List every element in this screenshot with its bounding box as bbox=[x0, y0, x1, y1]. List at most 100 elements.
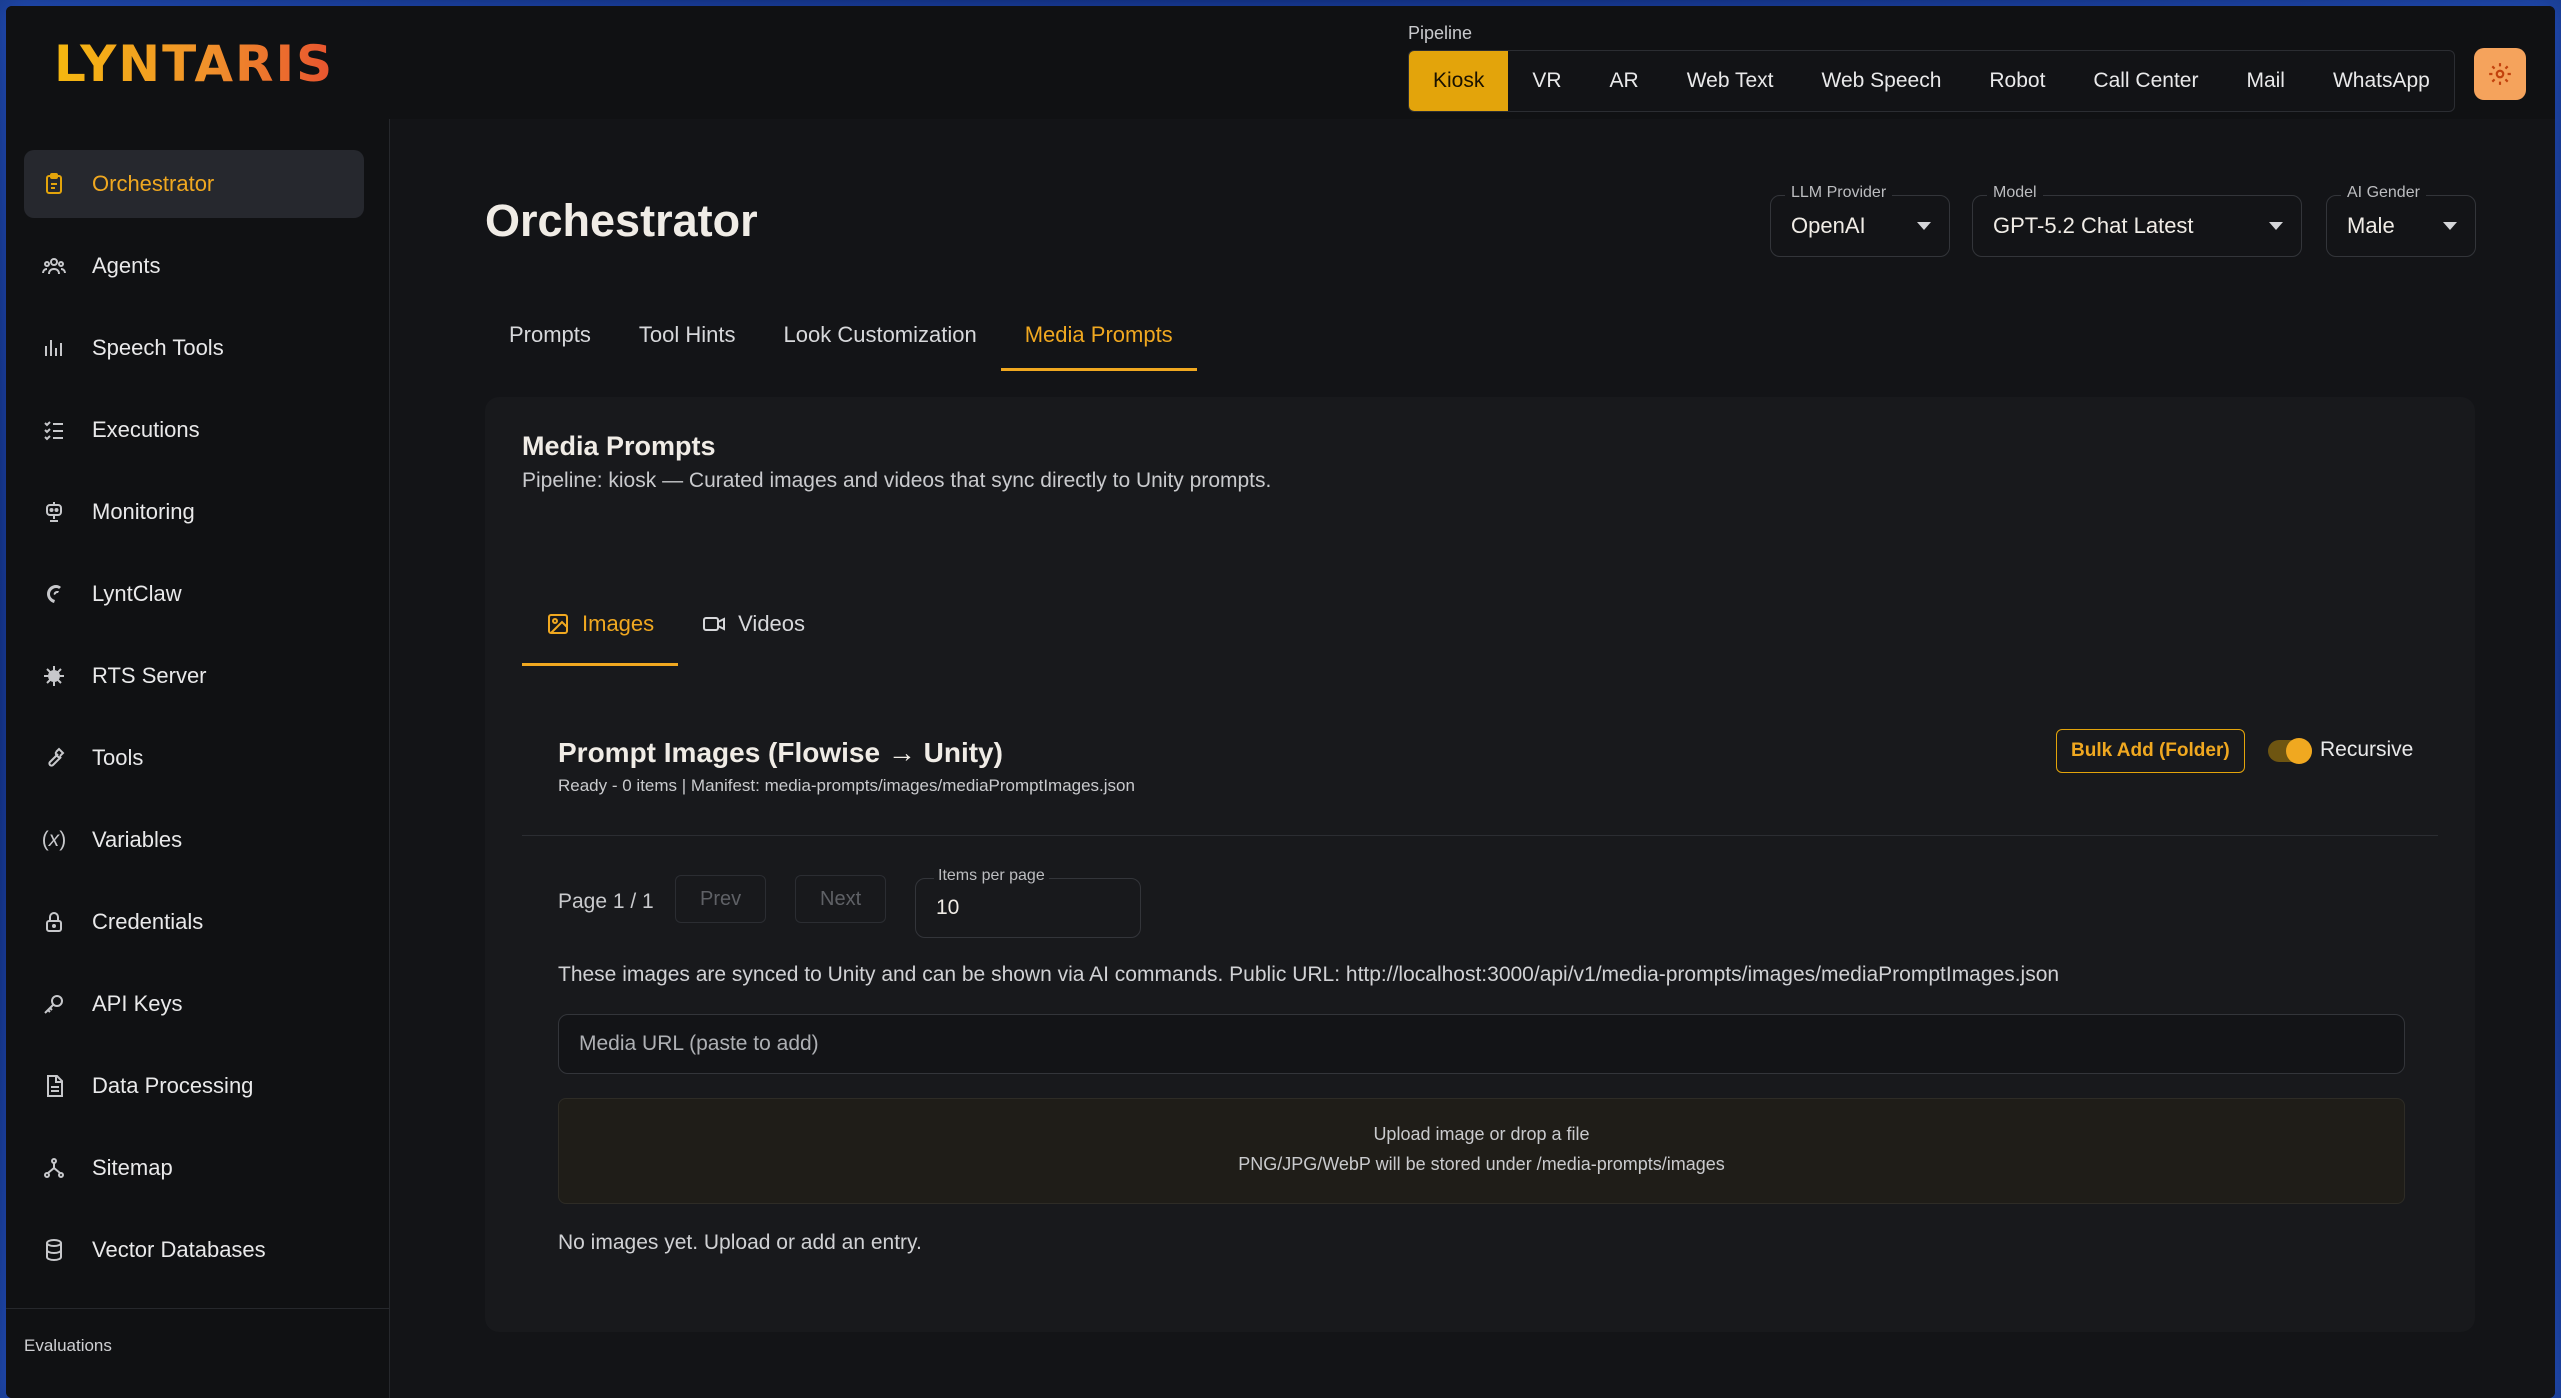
sidebar-item-tools[interactable]: Tools bbox=[24, 724, 364, 792]
ai-gender-select[interactable]: AI Gender Male bbox=[2326, 184, 2476, 257]
sidebar-item-label: RTS Server bbox=[92, 663, 207, 688]
page-title: Orchestrator bbox=[485, 195, 758, 246]
pipeline-label: Pipeline bbox=[1408, 23, 1473, 43]
sidebar-item-lyntclaw[interactable]: LyntClaw bbox=[24, 560, 364, 628]
sidebar-item-label: LyntClaw bbox=[92, 581, 182, 606]
pipeline-whatsapp[interactable]: WhatsApp bbox=[2309, 51, 2454, 111]
sidebar-item-label: Orchestrator bbox=[92, 171, 215, 196]
sidebar-item-label: Credentials bbox=[92, 909, 204, 934]
database-icon bbox=[24, 1238, 84, 1262]
sidebar-item-speech-tools[interactable]: Speech Tools bbox=[24, 314, 364, 382]
sidebar-item-rts-server[interactable]: RTS Server bbox=[24, 642, 364, 710]
items-per-page-input[interactable]: Items per page 10 bbox=[915, 867, 1141, 938]
sidebar: Orchestrator Agents Speech Tools Executi… bbox=[6, 119, 390, 1398]
sidebar-item-api-keys[interactable]: API Keys bbox=[24, 970, 364, 1038]
llm-provider-select[interactable]: LLM Provider OpenAI bbox=[1770, 184, 1950, 257]
ai-gender-label: AI Gender bbox=[2341, 184, 2426, 202]
chevron-down-icon bbox=[1917, 222, 1931, 230]
sidebar-item-label: Executions bbox=[92, 417, 200, 442]
list-check-icon bbox=[24, 418, 84, 442]
subtab-videos[interactable]: Videos bbox=[678, 582, 829, 666]
model-select[interactable]: Model GPT-5.2 Chat Latest bbox=[1972, 184, 2302, 257]
prev-button[interactable]: Prev bbox=[675, 875, 767, 923]
sitemap-icon bbox=[24, 1156, 84, 1180]
toggle-knob bbox=[2286, 738, 2312, 764]
tab-tool-hints[interactable]: Tool Hints bbox=[615, 299, 760, 371]
recursive-label: Recursive bbox=[2320, 738, 2414, 761]
settings-button[interactable] bbox=[2474, 48, 2526, 100]
variable-icon: (x) bbox=[41, 828, 67, 851]
key-icon bbox=[24, 992, 84, 1016]
pipeline-call-center[interactable]: Call Center bbox=[2069, 51, 2222, 111]
pipeline-kiosk[interactable]: Kiosk bbox=[1409, 51, 1509, 111]
pipeline-robot[interactable]: Robot bbox=[1965, 51, 2069, 111]
page-info: Page 1 / 1 bbox=[558, 890, 654, 913]
dropzone-hint: PNG/JPG/WebP will be stored under /media… bbox=[1238, 1154, 1725, 1174]
pipeline-ar[interactable]: AR bbox=[1586, 51, 1663, 111]
lock-icon bbox=[24, 910, 84, 934]
llm-provider-value: OpenAI bbox=[1791, 213, 1866, 238]
pipeline-web-speech[interactable]: Web Speech bbox=[1798, 51, 1966, 111]
sidebar-item-agents[interactable]: Agents bbox=[24, 232, 364, 300]
sidebar-item-executions[interactable]: Executions bbox=[24, 396, 364, 464]
document-icon bbox=[24, 1074, 84, 1098]
main-content: Orchestrator LLM Provider OpenAI Model G… bbox=[390, 119, 2555, 1398]
card-title: Media Prompts bbox=[522, 431, 716, 461]
sidebar-item-variables[interactable]: (x) Variables bbox=[24, 806, 364, 874]
upload-dropzone[interactable]: Upload image or drop a file PNG/JPG/WebP… bbox=[558, 1098, 2405, 1204]
sidebar-item-label: Vector Databases bbox=[92, 1237, 266, 1262]
model-value: GPT-5.2 Chat Latest bbox=[1993, 213, 2194, 238]
sidebar-item-credentials[interactable]: Credentials bbox=[24, 888, 364, 956]
tab-media-prompts[interactable]: Media Prompts bbox=[1000, 299, 1197, 371]
media-subtabs: Images Videos bbox=[522, 582, 829, 666]
sidebar-item-data-processing[interactable]: Data Processing bbox=[24, 1052, 364, 1120]
chevron-down-icon bbox=[2443, 222, 2457, 230]
tab-look-customization[interactable]: Look Customization bbox=[760, 299, 1001, 371]
sidebar-item-label: Sitemap bbox=[92, 1155, 173, 1180]
media-url-placeholder: Media URL (paste to add) bbox=[579, 1032, 819, 1055]
items-per-page-label: Items per page bbox=[934, 867, 1049, 885]
app-window: LYNTARIS Pipeline Kiosk VR AR Web Text W… bbox=[6, 6, 2555, 1398]
sidebar-item-label: API Keys bbox=[92, 991, 183, 1016]
empty-state: No images yet. Upload or add an entry. bbox=[558, 1231, 922, 1254]
model-label: Model bbox=[1987, 184, 2043, 202]
sidebar-section-evaluations: Evaluations bbox=[24, 1336, 112, 1355]
ai-gender-value: Male bbox=[2347, 213, 2395, 238]
subtab-videos-label: Videos bbox=[738, 611, 806, 636]
sidebar-item-label: Data Processing bbox=[92, 1073, 254, 1098]
logo[interactable]: LYNTARIS bbox=[54, 35, 335, 93]
gear-icon bbox=[2489, 63, 2511, 85]
tab-prompts[interactable]: Prompts bbox=[485, 299, 615, 371]
media-prompts-card: Media Prompts Pipeline: kiosk — Curated … bbox=[485, 397, 2475, 1332]
pipeline-mail[interactable]: Mail bbox=[2222, 51, 2309, 111]
video-icon bbox=[703, 617, 726, 631]
sidebar-item-vector-databases[interactable]: Vector Databases bbox=[24, 1216, 364, 1284]
robot-icon bbox=[24, 500, 84, 524]
items-per-page-value: 10 bbox=[936, 896, 960, 919]
server-icon bbox=[24, 664, 84, 688]
recursive-toggle[interactable] bbox=[2268, 738, 2312, 764]
pipeline-web-text[interactable]: Web Text bbox=[1663, 51, 1798, 111]
pipeline-vr[interactable]: VR bbox=[1508, 51, 1585, 111]
bar-chart-icon bbox=[24, 336, 84, 360]
claw-icon bbox=[24, 582, 84, 606]
clipboard-icon bbox=[24, 172, 84, 196]
sidebar-item-label: Speech Tools bbox=[92, 335, 224, 360]
bulk-add-button[interactable]: Bulk Add (Folder) bbox=[2056, 729, 2245, 773]
users-icon bbox=[24, 254, 84, 278]
wrench-icon bbox=[24, 746, 84, 770]
subtab-images[interactable]: Images bbox=[522, 582, 679, 666]
top-bar: LYNTARIS Pipeline Kiosk VR AR Web Text W… bbox=[6, 6, 2555, 120]
sidebar-item-monitoring[interactable]: Monitoring bbox=[24, 478, 364, 546]
next-button[interactable]: Next bbox=[795, 875, 887, 923]
logo-text: LYNTARIS bbox=[54, 35, 335, 93]
sidebar-item-sitemap[interactable]: Sitemap bbox=[24, 1134, 364, 1202]
sidebar-item-orchestrator[interactable]: Orchestrator bbox=[24, 150, 364, 218]
sidebar-item-label: Variables bbox=[92, 827, 183, 852]
sync-info: These images are synced to Unity and can… bbox=[558, 963, 2060, 986]
media-url-input[interactable]: Media URL (paste to add) bbox=[558, 1014, 2405, 1074]
card-subtitle: Pipeline: kiosk — Curated images and vid… bbox=[522, 469, 1272, 492]
section-title: Prompt Images (Flowise → Unity) bbox=[558, 737, 1003, 768]
dropzone-title: Upload image or drop a file bbox=[1373, 1124, 1590, 1144]
section-divider bbox=[522, 835, 2438, 836]
